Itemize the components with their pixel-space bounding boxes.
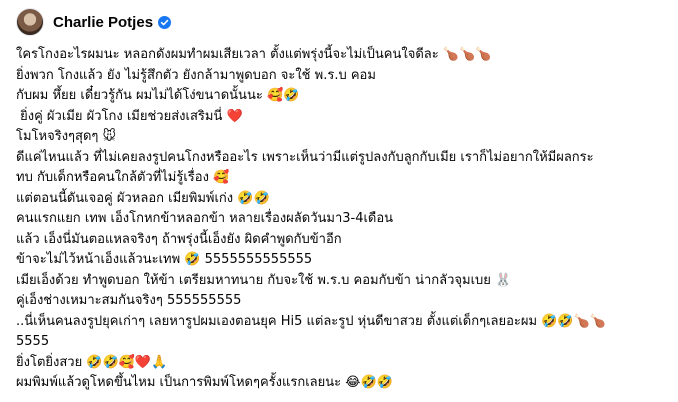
post-body: ใครโกงอะไรผมนะ หลอกดังผมทำผมเสียเวลา ตั้… bbox=[16, 45, 666, 394]
post-text-line: โมโหจริงๆสุดๆ 🐭 bbox=[16, 129, 117, 144]
post-text-line: กับผม หึ้ยย เดี๋ยวรู้กัน ผมไม่ได้โง่ขนาด… bbox=[16, 88, 300, 103]
author-name[interactable]: Charlie Potjes bbox=[53, 14, 153, 31]
post-text-line: เมียเอ็งด้วย ทำพูดบอก ให้ข้า เตรียมหาทนา… bbox=[16, 272, 512, 288]
verified-badge-icon bbox=[158, 15, 172, 29]
post-text-line: ยิ่งคู่ ผัวเมีย ผัวโกง เมียช่วยส่งเสริมน… bbox=[16, 108, 243, 124]
post-text-line: ยิ่งพวก โกงแล้ว ยัง ไม่รู้สึกตัว ยังกล้า… bbox=[16, 67, 376, 83]
post-text-line: คู่เอ็งช่างเหมาะสมกันจริงๆ 555555555 bbox=[16, 293, 242, 308]
post-header: Charlie Potjes bbox=[16, 7, 172, 37]
post-text-line: ยิ่งโตยิ่งสวย 🤣🤣🥰❤️🙏 bbox=[16, 354, 168, 370]
post-text-line: คนแรกแยก เทพ เอ็งโกหกข้าหลอกข้า หลายเรื่… bbox=[16, 211, 394, 226]
post-text-line: ดีแค่ไหนแล้ว ที่ไม่เคยลงรูปคนโกงหรืออะไร… bbox=[16, 149, 594, 165]
post-text-line: ผมพิมพ์แล้วดูโหดขึ้นไหม เป็นการพิมพ์โหดๆ… bbox=[16, 375, 393, 390]
post-text-line: ทบ กับเด็กหรือคนใกล้ตัวที่ไม่รู้เรื่อง 🥰 bbox=[16, 170, 230, 185]
post-text-line: แล้ว เอ็งนี่มันตอแหลจริงๆ ถ้าพรุ่งนี้เอ็… bbox=[16, 231, 342, 247]
post-text-line: 5555 bbox=[16, 334, 50, 349]
post-text-line: ใครโกงอะไรผมนะ หลอกดังผมทำผมเสียเวลา ตั้… bbox=[16, 47, 492, 62]
avatar[interactable] bbox=[16, 8, 44, 36]
post-text-line: แต่ตอนนี้ดันเจอคู่ ผัวหลอก เมียพิมพ์เก่ง… bbox=[16, 190, 270, 206]
post-text-line: ข้าจะไม่ไว้หน้าเอ็งแล้วนะเทพ 🤣 555555555… bbox=[16, 252, 313, 267]
facebook-post: Charlie Potjes ใครโกงอะไรผมนะ หลอกดังผมท… bbox=[0, 0, 678, 402]
post-text-line: ..นี่เห็นคนลงรูปยุคเก่าๆ เลยหารูปผมเองตอ… bbox=[16, 313, 606, 329]
